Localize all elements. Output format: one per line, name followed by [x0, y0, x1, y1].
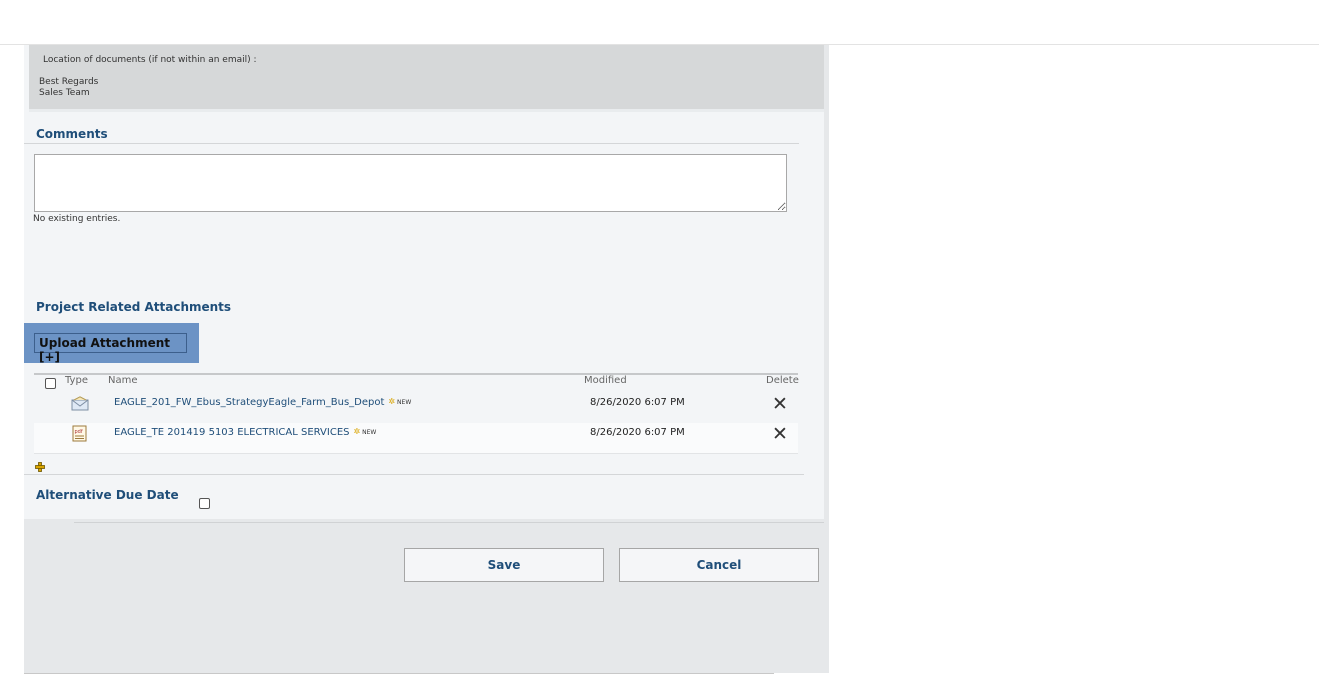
svg-text:pdf: pdf [75, 429, 83, 435]
modified-date: 8/26/2020 6:07 PM [590, 397, 685, 408]
no-entries-text: No existing entries. [33, 214, 121, 224]
due-date-checkbox[interactable] [199, 498, 210, 509]
header-name: Name [108, 375, 138, 386]
delete-icon[interactable]: ✕ [772, 425, 788, 444]
pdf-icon[interactable]: pdf [72, 425, 87, 446]
add-row-icon[interactable] [35, 457, 45, 472]
table-end-divider [34, 453, 798, 454]
attachment-link[interactable]: EAGLE_201_FW_Ebus_StrategyEagle_Farm_Bus… [114, 397, 411, 408]
select-all-checkbox[interactable] [45, 378, 56, 389]
due-date-title: Alternative Due Date [36, 488, 179, 502]
attachment-link[interactable]: EAGLE_TE 201419 5103 ELECTRICAL SERVICES… [114, 427, 376, 438]
location-label: Location of documents (if not within an … [43, 55, 257, 65]
comments-divider [24, 143, 799, 144]
cancel-button[interactable]: Cancel [619, 548, 819, 582]
signature-line-1: Best Regards [39, 77, 99, 87]
header-modified: Modified [584, 375, 627, 386]
table-header-line [34, 373, 798, 375]
header-delete: Delete [766, 375, 799, 386]
modified-date: 8/26/2020 6:07 PM [590, 427, 685, 438]
signature: Best Regards Sales Team [39, 77, 98, 99]
email-icon[interactable] [71, 396, 89, 415]
comments-title: Comments [36, 127, 108, 141]
comments-input[interactable] [34, 154, 787, 212]
header-type: Type [65, 375, 88, 386]
due-date-divider [24, 474, 804, 475]
upload-attachment-button[interactable]: Upload Attachment [+] [34, 333, 187, 364]
save-button[interactable]: Save [404, 548, 604, 582]
new-star-icon: ✲ [353, 427, 361, 436]
form-end-divider [74, 522, 824, 523]
signature-line-2: Sales Team [39, 88, 90, 98]
new-star-icon: ✲ [388, 397, 396, 406]
bottom-divider [24, 673, 774, 674]
attachments-title: Project Related Attachments [36, 300, 232, 314]
new-badge: ✲ NEW [388, 397, 412, 406]
new-badge: ✲ NEW [353, 427, 377, 436]
delete-icon[interactable]: ✕ [772, 395, 788, 414]
